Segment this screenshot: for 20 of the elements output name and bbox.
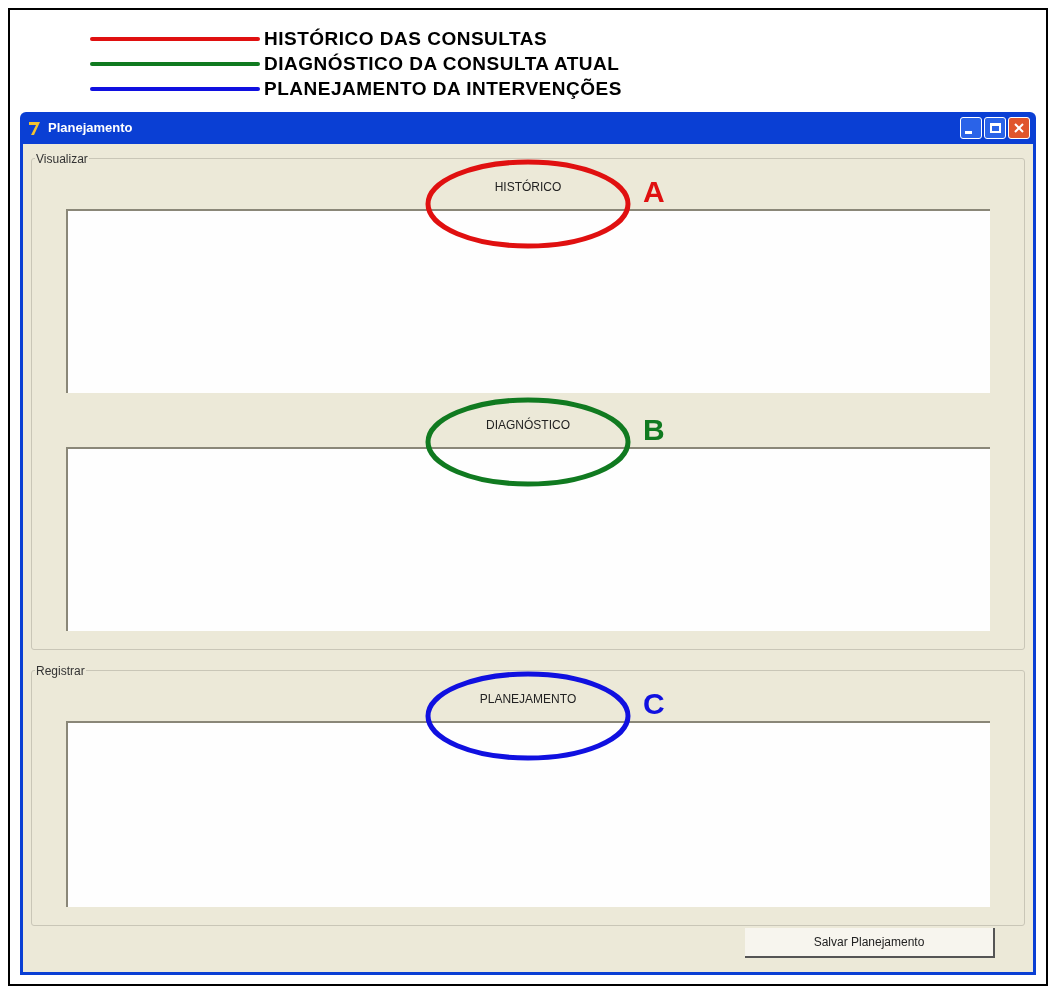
minimize-button[interactable] bbox=[960, 117, 982, 139]
annotation-letter: B bbox=[643, 415, 665, 445]
memo-field[interactable] bbox=[66, 721, 990, 907]
annotation-letter: A bbox=[643, 177, 665, 207]
save-button[interactable]: Salvar Planejamento bbox=[745, 928, 995, 958]
close-icon bbox=[1013, 122, 1025, 134]
section-label: PLANEJAMENTO bbox=[479, 691, 577, 708]
minimize-icon bbox=[965, 131, 972, 134]
legend-label: PLANEJAMENTO DA INTERVENÇÕES bbox=[264, 78, 622, 100]
legend-label: DIAGNÓSTICO DA CONSULTA ATUAL bbox=[264, 53, 620, 75]
legend-label: HISTÓRICO DAS CONSULTAS bbox=[264, 28, 548, 50]
section-label: DIAGNÓSTICO bbox=[486, 416, 570, 434]
section-label: HISTÓRICO bbox=[494, 178, 562, 196]
memo-field[interactable] bbox=[66, 447, 990, 631]
maximize-button[interactable] bbox=[984, 117, 1006, 139]
close-button[interactable] bbox=[1008, 117, 1030, 139]
maximize-icon bbox=[989, 123, 1001, 133]
annotation-letter: C bbox=[643, 689, 665, 719]
window-title: Planejamento bbox=[48, 119, 133, 138]
memo-field[interactable] bbox=[66, 209, 990, 393]
